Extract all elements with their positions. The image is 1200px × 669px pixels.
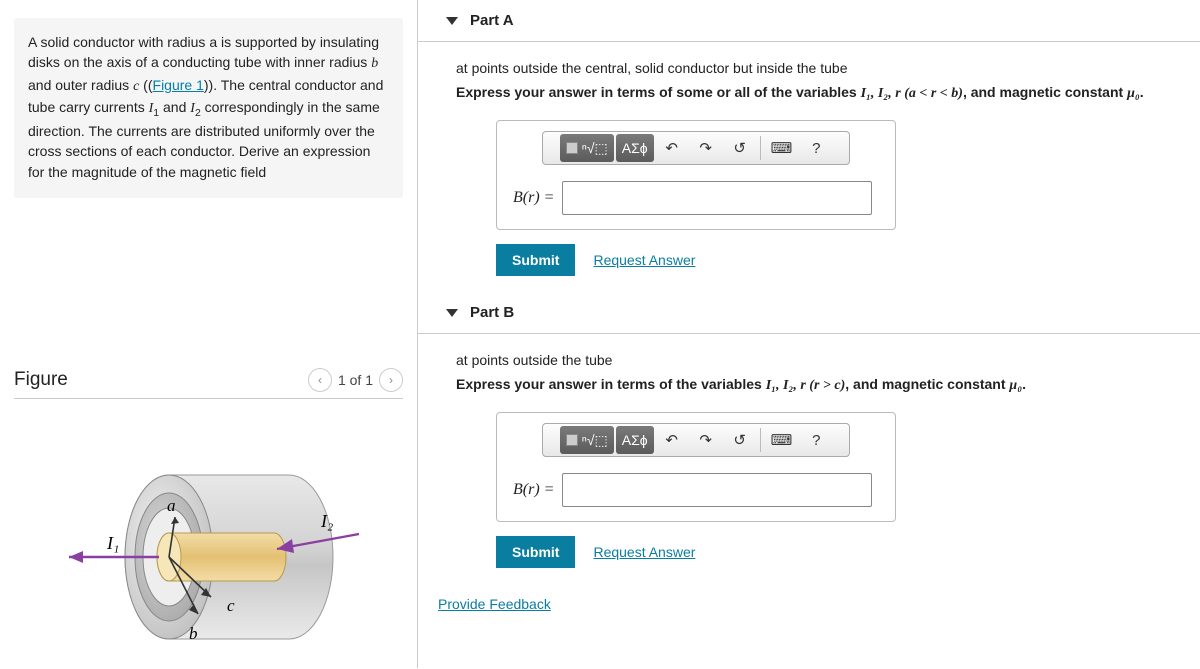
answer-box-b: ⁿ√⬚ ΑΣϕ ↶ ↷ ↺ ⌨ ? B(r) =: [496, 412, 896, 522]
part-a-prompt: at points outside the central, solid con…: [456, 60, 1184, 76]
label-a: a: [167, 496, 176, 515]
instruct-vars: I₁, I₂, r (a < r < b): [861, 86, 963, 101]
part-b-title: Part B: [470, 304, 514, 321]
answer-input-b[interactable]: [562, 473, 872, 507]
toolbar-redo-button[interactable]: ↷: [690, 134, 722, 162]
toolbar-templates-button[interactable]: ⁿ√⬚: [560, 134, 614, 162]
toolbar-undo-button[interactable]: ↶: [656, 134, 688, 162]
part-a-header[interactable]: Part A: [418, 0, 1200, 42]
equation-toolbar-a: ⁿ√⬚ ΑΣϕ ↶ ↷ ↺ ⌨ ?: [542, 131, 850, 165]
toolbar-separator: [760, 428, 761, 452]
dot: .: [1022, 376, 1026, 392]
toolbar-templates-button[interactable]: ⁿ√⬚: [560, 426, 614, 454]
part-b-header[interactable]: Part B: [418, 292, 1200, 334]
label-b: b: [189, 624, 198, 643]
figure-page: 1 of 1: [338, 372, 373, 388]
toolbar-reset-button[interactable]: ↺: [724, 426, 756, 454]
left-column: A solid conductor with radius a is suppo…: [0, 0, 418, 668]
toolbar-undo-button[interactable]: ↶: [656, 426, 688, 454]
problem-statement: A solid conductor with radius a is suppo…: [14, 18, 403, 198]
sqrt-icon: ⁿ√⬚: [582, 432, 608, 449]
instruct-vars: I₁, I₂, r (r > c): [766, 378, 846, 393]
part-b-prompt: at points outside the tube: [456, 352, 1184, 368]
equation-toolbar-b: ⁿ√⬚ ΑΣϕ ↶ ↷ ↺ ⌨ ?: [542, 423, 850, 457]
part-a-title: Part A: [470, 12, 514, 29]
part-b: Part B at points outside the tube Expres…: [418, 292, 1200, 584]
label-I1: I₁: [106, 533, 119, 553]
label-c: c: [227, 596, 235, 615]
instruct-pre: Express your answer in terms of some or …: [456, 84, 861, 100]
problem-text: and outer radius: [28, 77, 133, 93]
instruct-post: , and magnetic constant: [845, 376, 1009, 392]
toolbar-reset-button[interactable]: ↺: [724, 134, 756, 162]
answer-input-a[interactable]: [562, 181, 872, 215]
mu0: μ₀: [1127, 86, 1140, 101]
toolbar-greek-button[interactable]: ΑΣϕ: [616, 426, 654, 454]
request-answer-link-a[interactable]: Request Answer: [593, 252, 695, 268]
instruct-pre: Express your answer in terms of the vari…: [456, 376, 766, 392]
toolbar-keyboard-button[interactable]: ⌨: [765, 134, 799, 162]
figure-section: Figure ‹ 1 of 1 ›: [14, 368, 403, 669]
sqrt-icon: ⁿ√⬚: [582, 140, 608, 157]
figure-prev-button[interactable]: ‹: [308, 368, 332, 392]
toolbar-help-button[interactable]: ?: [800, 134, 832, 162]
part-a-instruct: Express your answer in terms of some or …: [456, 84, 1184, 102]
toolbar-keyboard-button[interactable]: ⌨: [765, 426, 799, 454]
toolbar-separator: [760, 136, 761, 160]
answer-lhs-a: B(r) =: [513, 189, 554, 207]
templates-icon: [566, 434, 578, 446]
part-a: Part A at points outside the central, so…: [418, 0, 1200, 292]
figure-image: I₁ I₂ a b c: [14, 439, 403, 669]
toolbar-greek-button[interactable]: ΑΣϕ: [616, 134, 654, 162]
request-answer-link-b[interactable]: Request Answer: [593, 544, 695, 560]
part-b-instruct: Express your answer in terms of the vari…: [456, 376, 1184, 394]
problem-text: A solid conductor with radius a is suppo…: [28, 34, 379, 70]
and: and: [159, 99, 190, 115]
caret-down-icon: [446, 309, 458, 317]
var-b: b: [371, 56, 378, 71]
figure-pager: ‹ 1 of 1 ›: [308, 368, 403, 392]
answer-box-a: ⁿ√⬚ ΑΣϕ ↶ ↷ ↺ ⌨ ? B(r) =: [496, 120, 896, 230]
mu0: μ₀: [1009, 378, 1022, 393]
caret-down-icon: [446, 17, 458, 25]
figure-heading: Figure: [14, 369, 68, 391]
right-column: Part A at points outside the central, so…: [418, 0, 1200, 668]
problem-text: ((: [139, 77, 152, 93]
submit-button-b[interactable]: Submit: [496, 536, 575, 568]
answer-lhs-b: B(r) =: [513, 481, 554, 499]
instruct-post: , and magnetic constant: [963, 84, 1127, 100]
figure-next-button[interactable]: ›: [379, 368, 403, 392]
templates-icon: [566, 142, 578, 154]
toolbar-redo-button[interactable]: ↷: [690, 426, 722, 454]
label-I2: I₂: [320, 511, 333, 531]
provide-feedback-link[interactable]: Provide Feedback: [438, 596, 551, 612]
figure-link[interactable]: Figure 1: [153, 77, 204, 93]
submit-button-a[interactable]: Submit: [496, 244, 575, 276]
toolbar-help-button[interactable]: ?: [800, 426, 832, 454]
dot: .: [1140, 84, 1144, 100]
